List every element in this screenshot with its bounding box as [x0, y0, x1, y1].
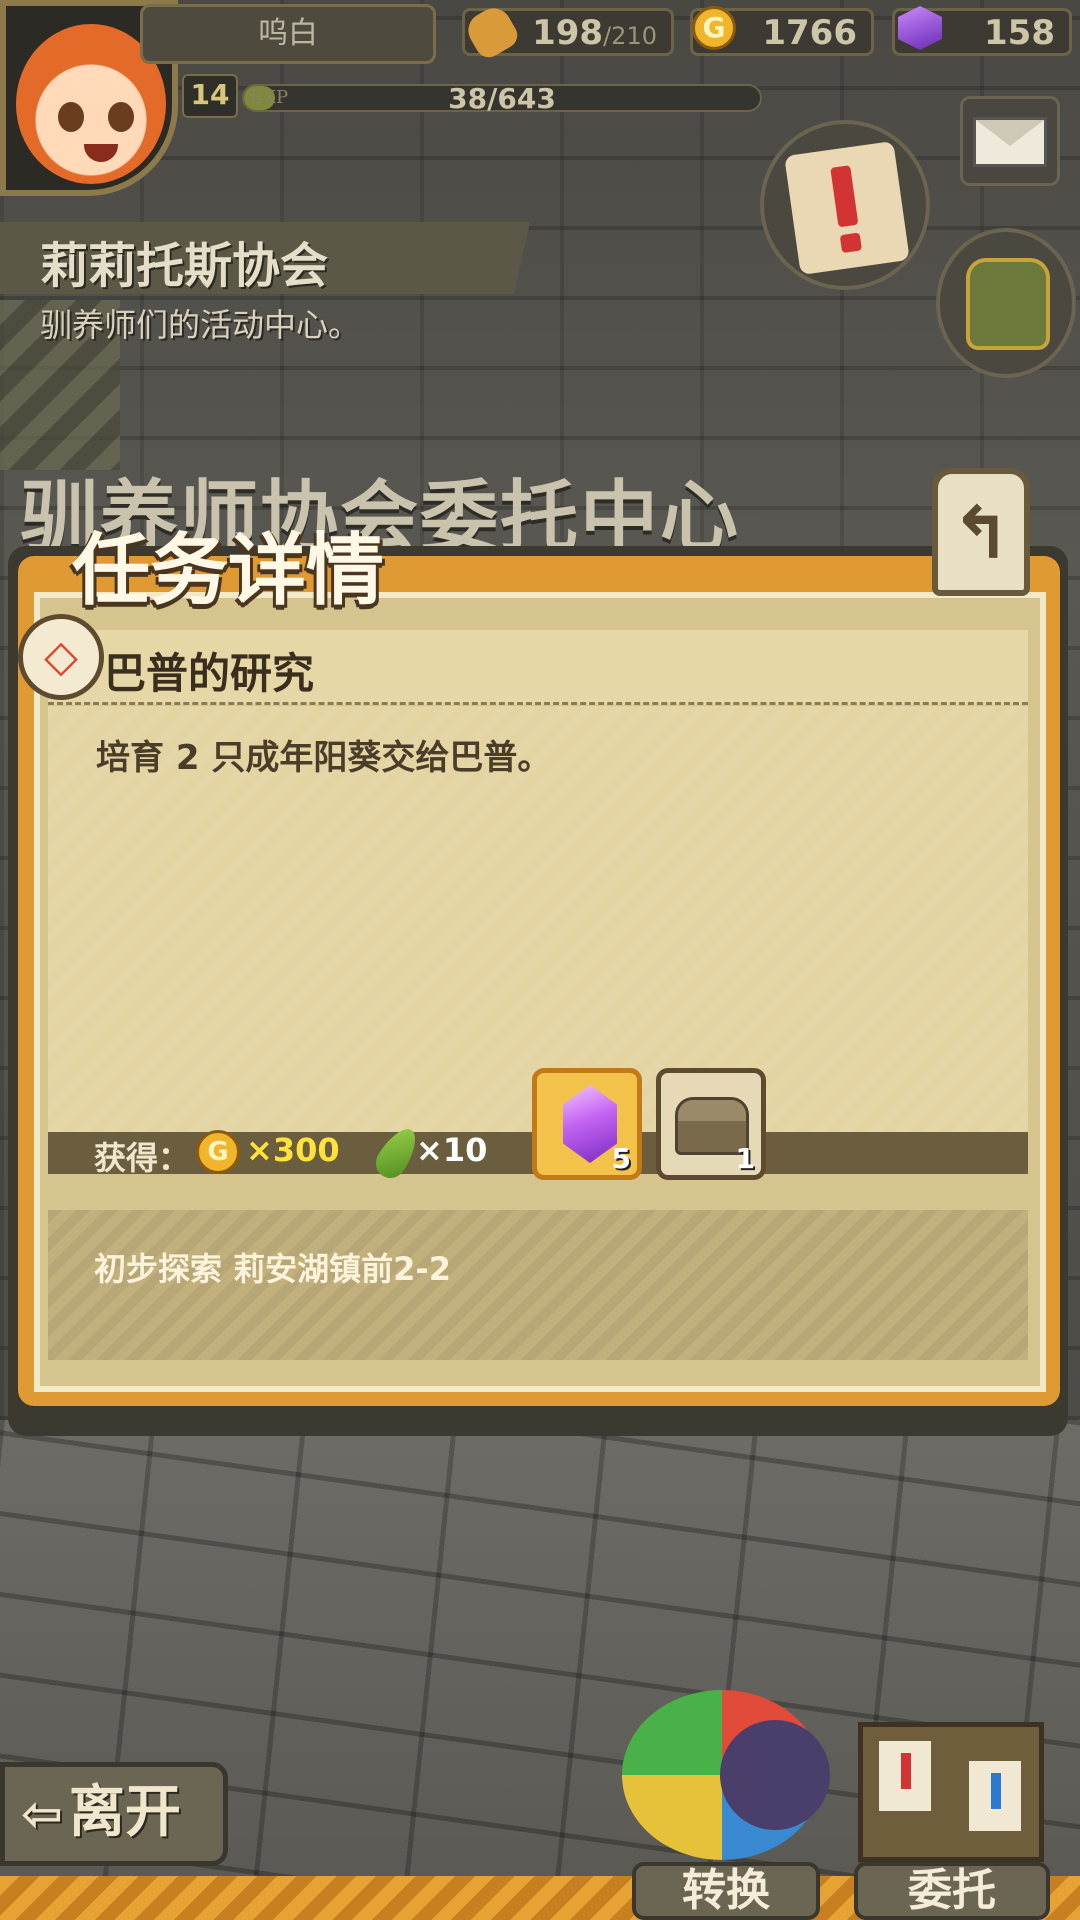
gold-coin-icon: G [692, 6, 736, 50]
purple-gem-icon [563, 1085, 617, 1163]
feather-reward-amount: ×10 [416, 1131, 488, 1169]
envelope-icon [973, 117, 1047, 167]
coin-icon: G [196, 1130, 240, 1174]
scroll-exclamation-dot [839, 232, 863, 254]
board-note-right [969, 1761, 1021, 1831]
leave-label: 离开 [68, 1780, 181, 1845]
level-badge: 14 [182, 74, 238, 118]
bag-button[interactable] [936, 228, 1076, 378]
switch-button[interactable]: 转换 [632, 1862, 820, 1920]
note-mark-red [901, 1753, 911, 1789]
location-title: 莉莉托斯协会 [40, 238, 329, 294]
quest-marker-icon: ◇ [18, 614, 104, 700]
return-button[interactable]: ↰ [932, 468, 1030, 596]
stamina-current: 198 [532, 13, 604, 53]
return-arrow-icon: ↰ [950, 491, 1012, 575]
avatar-mouth [84, 144, 118, 162]
reward-gem-slot[interactable]: 5 [532, 1068, 642, 1180]
player-name: 呜白 [140, 4, 436, 64]
reward-chest-slot[interactable]: 1 [656, 1068, 766, 1180]
commission-button[interactable]: 委托 [854, 1862, 1050, 1920]
location-subtitle: 驯养师们的活动中心。 [40, 306, 361, 344]
scroll-exclamation-bar [830, 165, 859, 228]
gem-reward-count: 5 [611, 1142, 631, 1175]
scroll-icon [784, 140, 910, 276]
dialog-title: 任务详情 [72, 526, 385, 616]
quest-name: 巴普的研究 [104, 649, 315, 698]
left-arrow-icon: ⇦ [21, 1785, 63, 1843]
note-mark-blue [991, 1773, 1001, 1809]
quest-scroll-button[interactable] [760, 120, 930, 290]
backpack-icon [966, 258, 1050, 350]
mascot-face [720, 1720, 830, 1830]
reward-label: 获得： [94, 1139, 191, 1177]
mail-button[interactable] [960, 96, 1060, 186]
coin-reward-amount: ×300 [246, 1131, 340, 1169]
stamina-max: /210 [603, 22, 657, 50]
board-note-left [879, 1741, 931, 1811]
exp-bar: EXP 38/643 [242, 82, 762, 115]
leave-button[interactable]: ⇦ 离开 [0, 1762, 228, 1866]
avatar-eye-left [58, 102, 84, 132]
gem-amount: 158 [984, 13, 1055, 53]
gold-amount: 1766 [762, 13, 857, 53]
exp-value: 38/643 [448, 82, 556, 115]
quest-location: 初步探索 莉安湖镇前2-2 [94, 1250, 451, 1288]
chest-reward-count: 1 [735, 1142, 755, 1175]
commission-board-art[interactable] [858, 1722, 1044, 1862]
quest-description: 培育 2 只成年阳葵交给巴普。 [96, 738, 552, 778]
avatar-eye-right [108, 102, 134, 132]
